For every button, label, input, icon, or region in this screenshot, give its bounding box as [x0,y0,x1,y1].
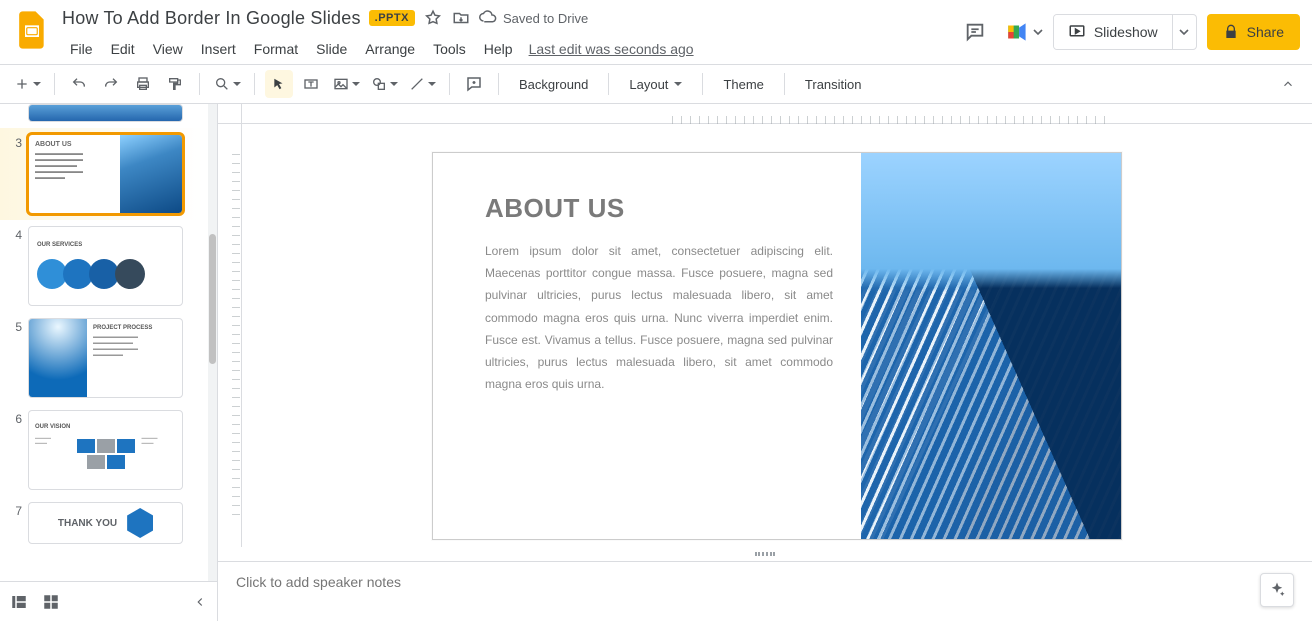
thumb-number: 4 [10,226,22,242]
slide-canvas[interactable]: ABOUT US Lorem ipsum dolor sit amet, con… [432,152,1122,540]
thumb-number: 6 [10,410,22,426]
thumb-number: 5 [10,318,22,334]
slide-thumbnail[interactable]: OUR VISION ▬▬▬▬▬▬▬ ▬▬▬▬▬▬▬ [28,410,183,490]
print-button[interactable] [129,70,157,98]
menu-format[interactable]: Format [246,37,306,61]
speaker-notes[interactable]: Click to add speaker notes [218,561,1312,621]
explore-button[interactable] [1260,573,1294,607]
slide-thumbnail[interactable]: PROJECT PROCESS▬▬▬▬▬▬▬▬▬▬▬▬▬▬▬▬▬▬▬▬▬▬▬▬▬… [28,318,183,398]
share-label: Share [1247,24,1284,40]
line-tool[interactable] [405,70,439,98]
filmstrip-view-button[interactable] [10,593,28,611]
thumb-number [10,104,22,106]
slide-image[interactable] [861,153,1121,539]
menu-bar: File Edit View Insert Format Slide Arran… [62,34,945,64]
slide-thumbnail[interactable]: THANK YOU [28,502,183,544]
theme-button[interactable]: Theme [713,70,773,98]
file-type-badge: .PPTX [369,10,415,26]
doc-title[interactable]: How To Add Border In Google Slides [62,8,361,29]
slide-body[interactable]: Lorem ipsum dolor sit amet, consectetuer… [485,240,833,395]
image-tool[interactable] [329,70,363,98]
shape-tool[interactable] [367,70,401,98]
slide-panel: 3 ABOUT US▬▬▬▬▬▬▬▬▬▬▬▬▬▬▬▬▬▬▬▬▬▬▬▬▬▬▬▬▬▬… [0,104,218,621]
background-button[interactable]: Background [509,70,598,98]
transition-button[interactable]: Transition [795,70,872,98]
menu-file[interactable]: File [62,37,101,61]
slide-thumbnail[interactable]: ABOUT US▬▬▬▬▬▬▬▬▬▬▬▬▬▬▬▬▬▬▬▬▬▬▬▬▬▬▬▬▬▬▬▬… [28,134,183,214]
menu-help[interactable]: Help [476,37,521,61]
share-button[interactable]: Share [1207,14,1300,50]
thumb-number: 7 [10,502,22,518]
undo-button[interactable] [65,70,93,98]
meet-button[interactable] [1005,13,1043,51]
sidebar-footer [0,581,217,621]
slideshow-button[interactable]: Slideshow [1054,15,1172,49]
redo-button[interactable] [97,70,125,98]
horizontal-ruler [242,104,1312,124]
move-icon[interactable] [451,8,471,28]
menu-tools[interactable]: Tools [425,37,474,61]
menu-view[interactable]: View [145,37,191,61]
notes-placeholder: Click to add speaker notes [236,574,401,590]
textbox-tool[interactable] [297,70,325,98]
collapse-panel-button[interactable] [193,595,207,609]
slide-thumbnail[interactable] [28,104,183,122]
paint-format-button[interactable] [161,70,189,98]
star-icon[interactable] [423,8,443,28]
thumb-number: 3 [10,134,22,150]
grid-view-button[interactable] [42,593,60,611]
new-slide-button[interactable] [10,70,44,98]
collapse-toolbar-button[interactable] [1274,70,1302,98]
notes-resize-handle[interactable] [218,547,1312,561]
slideshow-button-group: Slideshow [1053,14,1197,50]
slide-thumbnail[interactable]: OUR SERVICES [28,226,183,306]
menu-edit[interactable]: Edit [103,37,143,61]
zoom-button[interactable] [210,70,244,98]
save-status-label: Saved to Drive [503,11,588,26]
slideshow-dropdown[interactable] [1172,15,1196,49]
menu-insert[interactable]: Insert [193,37,244,61]
comment-tool[interactable] [460,70,488,98]
comments-button[interactable] [955,12,995,52]
menu-slide[interactable]: Slide [308,37,355,61]
toolbar: Background Layout Theme Transition [0,64,1312,104]
save-status[interactable]: Saved to Drive [479,9,588,27]
slides-app-icon[interactable] [12,10,52,50]
slide-heading[interactable]: ABOUT US [485,193,833,224]
last-edit-link[interactable]: Last edit was seconds ago [529,41,694,57]
layout-button[interactable]: Layout [619,70,692,98]
vertical-ruler [218,124,242,547]
sidebar-scrollbar[interactable] [208,104,217,621]
menu-arrange[interactable]: Arrange [357,37,423,61]
slideshow-label: Slideshow [1094,24,1158,40]
select-tool[interactable] [265,70,293,98]
